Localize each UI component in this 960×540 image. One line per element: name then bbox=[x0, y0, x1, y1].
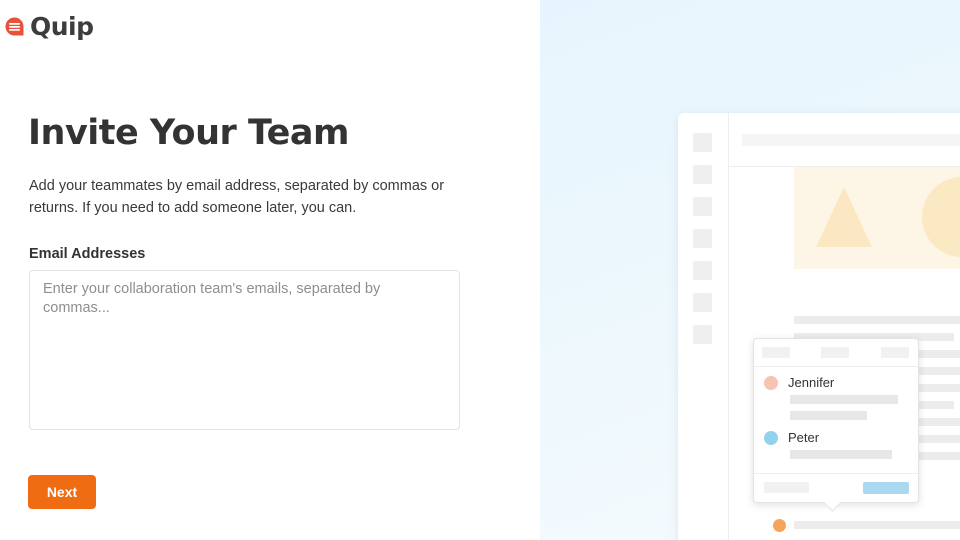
doc-header bbox=[728, 113, 960, 167]
email-addresses-input[interactable] bbox=[30, 271, 459, 429]
page-title: Invite Your Team bbox=[28, 113, 350, 153]
popup-toolbar bbox=[754, 339, 918, 367]
comment-dot-icon bbox=[773, 519, 786, 532]
mention-item-peter: Peter bbox=[764, 430, 819, 445]
mention-item-jennifer: Jennifer bbox=[764, 375, 834, 390]
logo-text: Quip bbox=[30, 12, 94, 41]
person-name: Jennifer bbox=[788, 375, 835, 390]
avatar-dot-icon bbox=[764, 375, 778, 390]
email-addresses-box bbox=[29, 270, 460, 430]
avatar-dot-icon bbox=[764, 430, 778, 445]
quip-logo: Quip bbox=[4, 12, 94, 41]
mention-popup: Jennifer Peter bbox=[753, 338, 919, 512]
email-addresses-label: Email Addresses bbox=[29, 246, 146, 262]
page-description: Add your teammates by email address, sep… bbox=[29, 178, 445, 216]
person-name: Peter bbox=[788, 430, 820, 445]
doc-hero-image bbox=[794, 167, 960, 269]
quip-logo-icon bbox=[4, 16, 25, 37]
doc-sidebar bbox=[678, 113, 729, 540]
left-panel: Quip Invite Your Team Add your teammates… bbox=[0, 0, 540, 540]
next-button[interactable]: Next bbox=[28, 475, 96, 509]
illustration-panel: Jennifer Peter bbox=[540, 0, 960, 540]
